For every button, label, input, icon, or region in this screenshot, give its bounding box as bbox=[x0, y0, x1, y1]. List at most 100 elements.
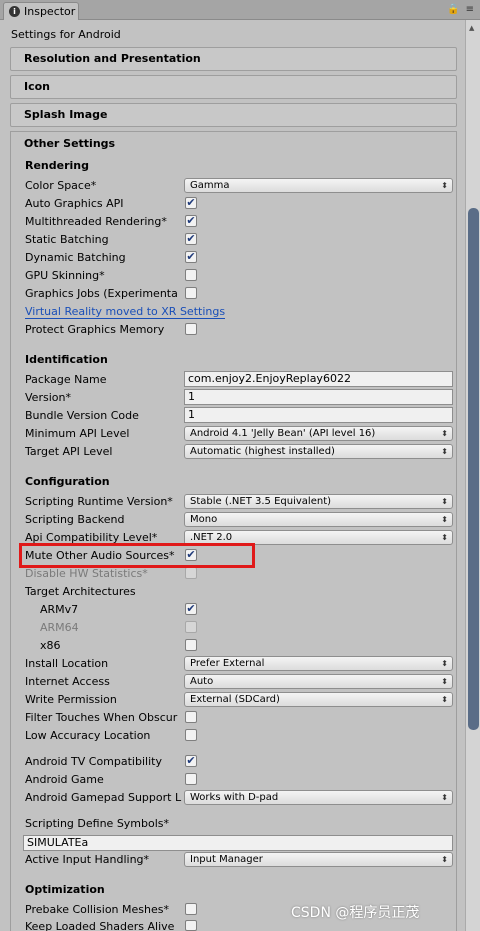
input-handling-dropdown[interactable]: Input Manager ⬍ bbox=[184, 852, 453, 867]
graphics-jobs-checkbox[interactable] bbox=[185, 287, 197, 299]
target-api-value: Automatic (highest installed) bbox=[190, 446, 335, 457]
protect-memory-checkbox[interactable] bbox=[185, 323, 197, 335]
internet-label: Internet Access bbox=[25, 675, 110, 688]
write-perm-value: External (SDCard) bbox=[190, 694, 280, 705]
keep-shaders-checkbox[interactable] bbox=[185, 920, 197, 931]
multithreaded-label: Multithreaded Rendering* bbox=[25, 215, 167, 228]
section-splash[interactable]: Splash Image bbox=[10, 103, 457, 127]
runtime-label: Scripting Runtime Version* bbox=[25, 495, 173, 508]
auto-graphics-api-label: Auto Graphics API bbox=[25, 197, 124, 210]
gamepad-dropdown[interactable]: Works with D-pad ⬍ bbox=[184, 790, 453, 805]
internet-dropdown[interactable]: Auto ⬍ bbox=[184, 674, 453, 689]
identification-heading: Identification bbox=[25, 353, 108, 366]
section-other[interactable]: Other Settings bbox=[24, 137, 115, 150]
section-icon[interactable]: Icon bbox=[10, 75, 457, 99]
define-symbols-field[interactable]: SIMULATEa bbox=[23, 835, 453, 851]
bundle-code-field[interactable]: 1 bbox=[184, 407, 453, 423]
vertical-scrollbar[interactable]: ▲ bbox=[465, 20, 480, 931]
optimization-heading: Optimization bbox=[25, 883, 105, 896]
write-perm-label: Write Permission bbox=[25, 693, 117, 706]
static-batching-label: Static Batching bbox=[25, 233, 109, 246]
android-game-checkbox[interactable] bbox=[185, 773, 197, 785]
dropdown-arrow-icon: ⬍ bbox=[441, 695, 448, 704]
input-handling-value: Input Manager bbox=[190, 854, 263, 865]
dropdown-arrow-icon: ⬍ bbox=[441, 533, 448, 542]
install-location-label: Install Location bbox=[25, 657, 109, 670]
rendering-heading: Rendering bbox=[25, 159, 89, 172]
vr-settings-link[interactable]: Virtual Reality moved to XR Settings bbox=[25, 305, 226, 319]
target-api-label: Target API Level bbox=[25, 445, 113, 458]
gpu-skinning-label: GPU Skinning* bbox=[25, 269, 105, 282]
dynamic-batching-checkbox[interactable]: ✔ bbox=[185, 251, 197, 263]
android-tv-checkbox[interactable]: ✔ bbox=[185, 755, 197, 767]
input-handling-label: Active Input Handling* bbox=[25, 853, 150, 866]
gamepad-value: Works with D-pad bbox=[190, 792, 279, 803]
filter-touches-checkbox[interactable] bbox=[185, 711, 197, 723]
prebake-label: Prebake Collision Meshes* bbox=[25, 903, 169, 916]
gamepad-label: Android Gamepad Support L bbox=[25, 791, 182, 804]
android-game-label: Android Game bbox=[25, 773, 104, 786]
min-api-dropdown[interactable]: Android 4.1 'Jelly Bean' (API level 16) ⬍ bbox=[184, 426, 453, 441]
dropdown-arrow-icon: ⬍ bbox=[441, 855, 448, 864]
dropdown-arrow-icon: ⬍ bbox=[441, 447, 448, 456]
bundle-code-label: Bundle Version Code bbox=[25, 409, 139, 422]
backend-dropdown[interactable]: Mono ⬍ bbox=[184, 512, 453, 527]
auto-graphics-api-checkbox[interactable]: ✔ bbox=[185, 197, 197, 209]
tab-label: Inspector bbox=[24, 5, 76, 18]
install-location-value: Prefer External bbox=[190, 658, 265, 669]
graphics-jobs-label: Graphics Jobs (Experimenta bbox=[25, 287, 178, 300]
static-batching-checkbox[interactable]: ✔ bbox=[185, 233, 197, 245]
armv7-checkbox[interactable]: ✔ bbox=[185, 603, 197, 615]
protect-memory-label: Protect Graphics Memory bbox=[25, 323, 165, 336]
dropdown-arrow-icon: ⬍ bbox=[441, 181, 448, 190]
x86-checkbox[interactable] bbox=[185, 639, 197, 651]
internet-value: Auto bbox=[190, 676, 214, 687]
dropdown-arrow-icon: ⬍ bbox=[441, 515, 448, 524]
package-name-label: Package Name bbox=[25, 373, 107, 386]
scrollbar-thumb[interactable] bbox=[468, 208, 479, 730]
arm64-label: ARM64 bbox=[40, 621, 79, 634]
x86-label: x86 bbox=[40, 639, 61, 652]
color-space-dropdown[interactable]: Gamma ⬍ bbox=[184, 178, 453, 193]
scroll-up-arrow-icon[interactable]: ▲ bbox=[469, 24, 474, 32]
watermark: CSDN @程序员正茂 bbox=[291, 905, 420, 921]
armv7-label: ARMv7 bbox=[40, 603, 79, 616]
info-icon: i bbox=[9, 6, 20, 17]
dropdown-arrow-icon: ⬍ bbox=[441, 677, 448, 686]
highlight-box bbox=[19, 543, 255, 568]
android-tv-label: Android TV Compatibility bbox=[25, 755, 162, 768]
configuration-heading: Configuration bbox=[25, 475, 110, 488]
min-api-label: Minimum API Level bbox=[25, 427, 130, 440]
write-perm-dropdown[interactable]: External (SDCard) ⬍ bbox=[184, 692, 453, 707]
install-location-dropdown[interactable]: Prefer External ⬍ bbox=[184, 656, 453, 671]
gpu-skinning-checkbox[interactable] bbox=[185, 269, 197, 281]
target-arch-label: Target Architectures bbox=[25, 585, 136, 598]
disable-hw-checkbox bbox=[185, 567, 197, 579]
min-api-value: Android 4.1 'Jelly Bean' (API level 16) bbox=[190, 428, 376, 439]
panel-title: Settings for Android bbox=[11, 28, 121, 41]
arm64-checkbox bbox=[185, 621, 197, 633]
disable-hw-label: Disable HW Statistics* bbox=[25, 567, 148, 580]
version-label: Version* bbox=[25, 391, 71, 404]
dropdown-arrow-icon: ⬍ bbox=[441, 793, 448, 802]
dynamic-batching-label: Dynamic Batching bbox=[25, 251, 126, 264]
backend-label: Scripting Backend bbox=[25, 513, 125, 526]
menu-icon[interactable]: ≡ bbox=[466, 4, 474, 15]
low-accuracy-checkbox[interactable] bbox=[185, 729, 197, 741]
section-resolution[interactable]: Resolution and Presentation bbox=[10, 47, 457, 71]
runtime-dropdown[interactable]: Stable (.NET 3.5 Equivalent) ⬍ bbox=[184, 494, 453, 509]
dropdown-arrow-icon: ⬍ bbox=[441, 429, 448, 438]
color-space-value: Gamma bbox=[190, 180, 230, 191]
package-name-field[interactable]: com.enjoy2.EnjoyReplay6022 bbox=[184, 371, 453, 387]
tab-inspector[interactable]: i Inspector bbox=[3, 2, 79, 20]
dropdown-arrow-icon: ⬍ bbox=[441, 659, 448, 668]
api-compat-value: .NET 2.0 bbox=[190, 532, 233, 543]
target-api-dropdown[interactable]: Automatic (highest installed) ⬍ bbox=[184, 444, 453, 459]
tab-bar: i Inspector 🔒 ≡ bbox=[0, 0, 480, 20]
prebake-checkbox[interactable] bbox=[185, 903, 197, 915]
multithreaded-checkbox[interactable]: ✔ bbox=[185, 215, 197, 227]
runtime-value: Stable (.NET 3.5 Equivalent) bbox=[190, 496, 332, 507]
keep-shaders-label: Keep Loaded Shaders Alive bbox=[25, 920, 175, 931]
lock-icon[interactable]: 🔒 bbox=[447, 4, 459, 15]
version-field[interactable]: 1 bbox=[184, 389, 453, 405]
